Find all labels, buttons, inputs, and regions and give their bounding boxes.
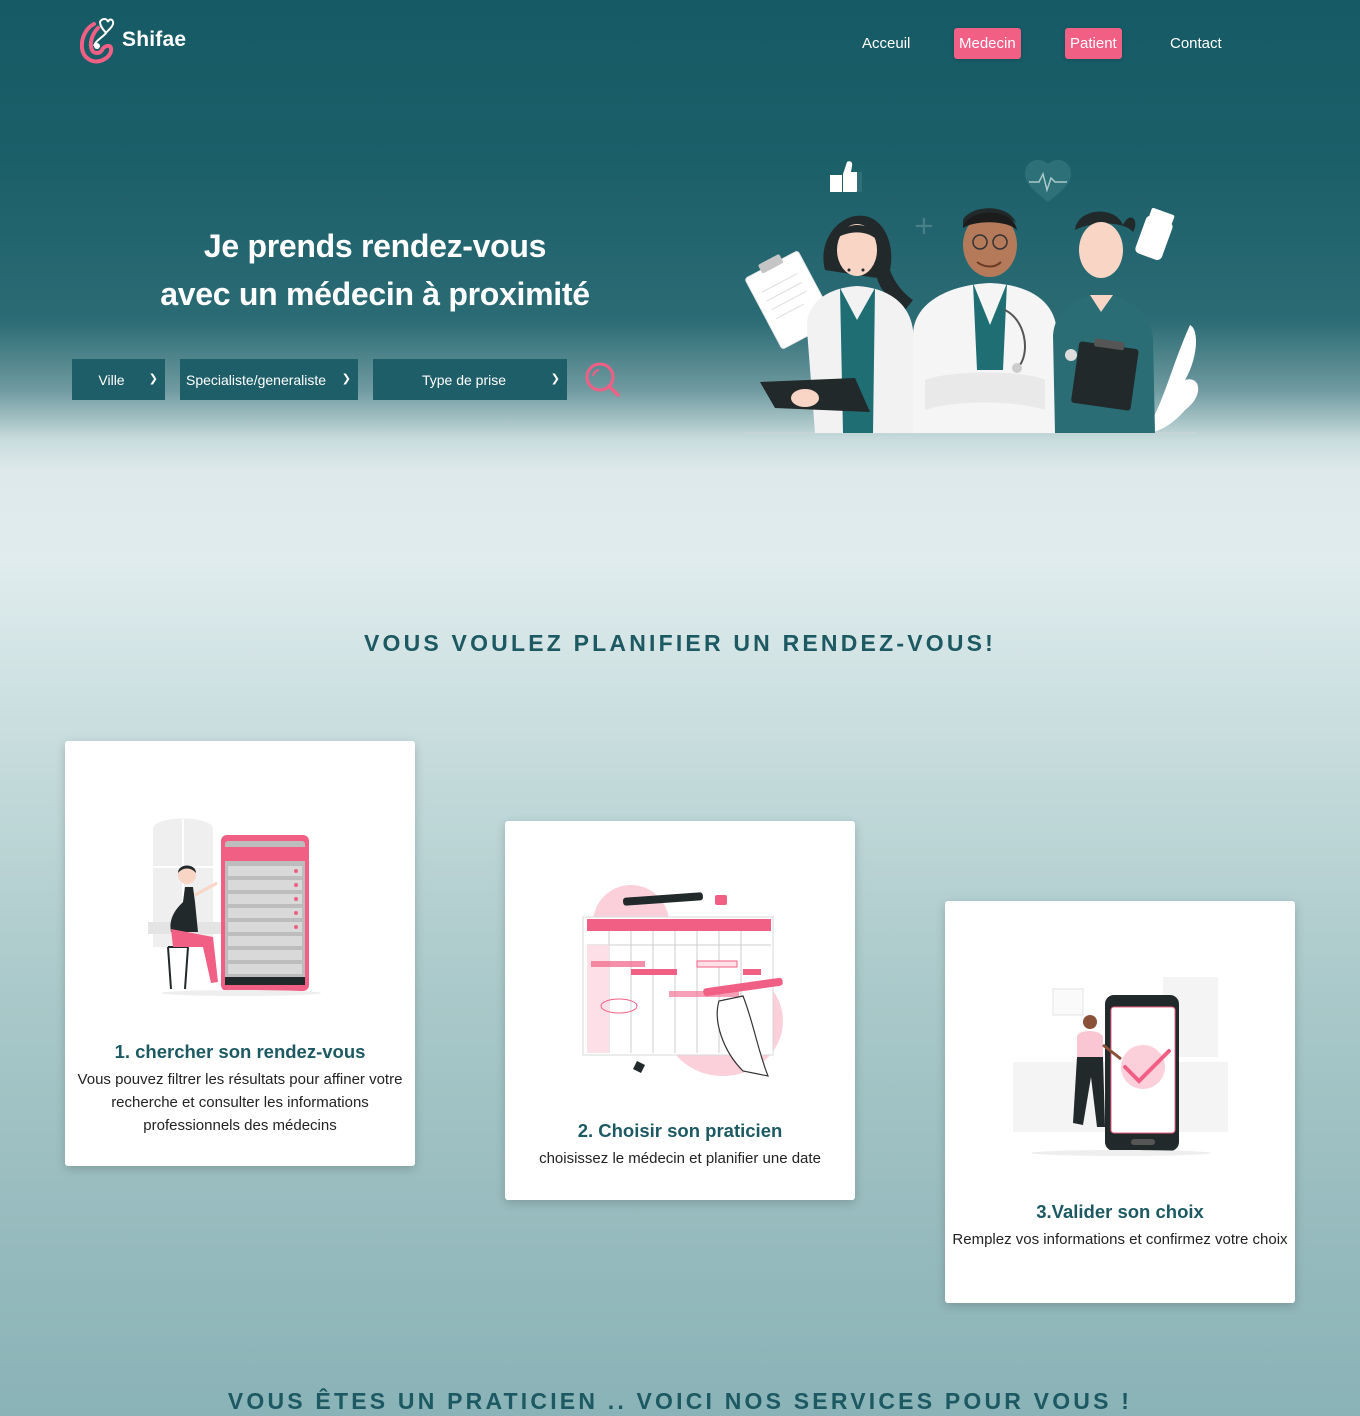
type-select-value: Type de prise (421, 371, 507, 388)
chevron-down-icon: ❯ (341, 373, 351, 385)
svg-text:+: + (913, 211, 935, 241)
nav-link-medecin[interactable]: Medecin (954, 28, 1021, 59)
doctors-illustration: + (745, 159, 1199, 434)
magnifier-icon (585, 362, 620, 397)
chevron-down-icon: ❯ (148, 373, 158, 385)
hero-title-line2: avec un médecin à proximité (160, 276, 590, 312)
step-card-title: 1. chercher son rendez-vous (114, 1041, 366, 1062)
step-card-text: choisissez le médecin et planifier une d… (539, 1150, 821, 1167)
chevron-down-icon: ❯ (550, 373, 560, 385)
calendar-planning-illustration (582, 885, 783, 1077)
step-card-choose: 2. Choisir son praticien choisissez le m… (505, 821, 855, 1200)
hero-title-line1: Je prends rendez-vous (203, 228, 547, 264)
step-card-text: Remplez vos informations et confirmez vo… (952, 1231, 1288, 1248)
pill-bottle-icon (1135, 207, 1175, 260)
city-select-value: Ville (98, 371, 125, 388)
city-select[interactable]: Ville ❯ (72, 359, 165, 400)
search-button[interactable] (583, 360, 621, 398)
step-card-title: 2. Choisir son praticien (577, 1120, 783, 1141)
type-select[interactable]: Type de prise ❯ (373, 359, 567, 400)
nav-link-patient[interactable]: Patient (1065, 28, 1122, 59)
hero-title: Je prends rendez-vous avec un médecin à … (90, 222, 660, 318)
step-card-title: 3.Valider son choix (1036, 1201, 1204, 1222)
top-navbar: Shifae Acceuil Medecin Patient Contact (0, 0, 1360, 90)
heart-pulse-icon (1025, 159, 1071, 202)
phone-list-illustration (132, 807, 348, 997)
logo-icon (80, 18, 115, 64)
specialty-select[interactable]: Specialiste/generaliste ❯ (180, 359, 358, 400)
thumbs-up-icon (830, 161, 863, 192)
nav-link-acceuil[interactable]: Acceuil (857, 28, 915, 59)
nav-link-contact[interactable]: Contact (1165, 28, 1227, 59)
step-card-search: 1. chercher son rendez-vous Vous pouvez … (65, 741, 415, 1166)
brand-name: Shifae (122, 28, 187, 51)
phone-check-illustration (1012, 967, 1228, 1157)
specialty-select-value: Specialiste/generaliste (186, 371, 327, 388)
step-card-validate: 3.Valider son choix Remplez vos informat… (945, 901, 1295, 1303)
plan-section-title: VOUS VOULEZ PLANIFIER UN RENDEZ-VOUS! (363, 630, 997, 656)
services-section-title: VOUS ÊTES UN PRATICIEN .. VOICI NOS SERV… (227, 1388, 1133, 1414)
brand-logo[interactable]: Shifae (80, 16, 186, 64)
doctor-man-center (913, 208, 1057, 433)
step-card-text: Vous pouvez filtrer les résultats pour a… (77, 1071, 403, 1134)
